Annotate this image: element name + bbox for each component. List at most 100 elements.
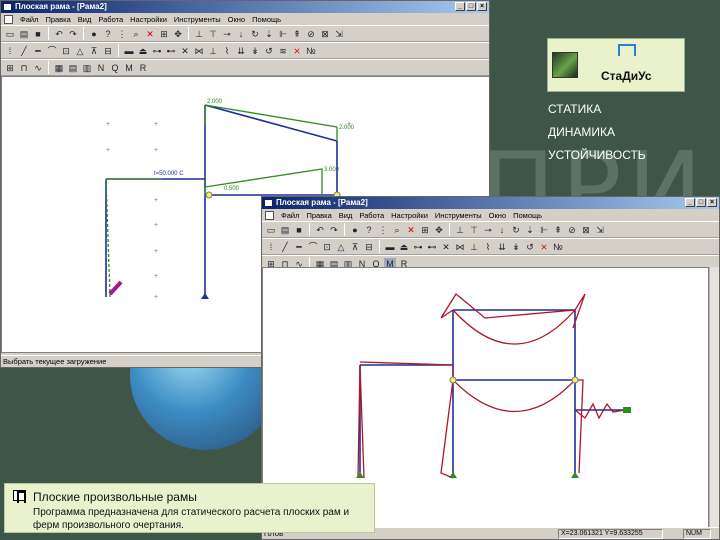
moment-icon[interactable]: ↻ [249, 28, 261, 40]
joint-icon[interactable]: ⊶ [412, 241, 424, 253]
minimize-button[interactable]: _ [685, 198, 695, 207]
moment-icon[interactable]: ↻ [510, 224, 522, 236]
spring-icon[interactable]: ⌇ [221, 45, 233, 57]
section-icon[interactable]: ⊟ [363, 241, 375, 253]
m-moment-icon[interactable]: M [123, 62, 135, 74]
settlement-icon[interactable]: ⇞ [552, 224, 564, 236]
fit-icon[interactable]: ⊞ [158, 28, 170, 40]
result-icon[interactable]: ⊘ [566, 224, 578, 236]
mirror-icon[interactable]: ⊥ [207, 45, 219, 57]
beam-icon[interactable]: ⏏ [398, 241, 410, 253]
load-distributed-icon[interactable]: ⇊ [496, 241, 508, 253]
undo-icon[interactable]: ↶ [53, 28, 65, 40]
n-force-icon[interactable]: N [95, 62, 107, 74]
menu-settings[interactable]: Настройки [391, 211, 428, 220]
result-icon[interactable]: ⊘ [305, 28, 317, 40]
results-icon[interactable]: ⊠ [580, 224, 592, 236]
menu-file[interactable]: Файл [20, 15, 38, 24]
open-icon[interactable]: ▤ [18, 28, 30, 40]
menu-window[interactable]: Окно [228, 15, 245, 24]
reactions-icon[interactable]: R [137, 62, 149, 74]
maximize-button[interactable]: □ [696, 198, 706, 207]
move-icon[interactable]: ⇲ [333, 28, 345, 40]
menu-work[interactable]: Работа [359, 211, 384, 220]
load-moment-icon[interactable]: ↺ [524, 241, 536, 253]
material-icon[interactable]: ▬ [123, 45, 135, 57]
hinge-icon[interactable]: ⊸ [482, 224, 494, 236]
view-deform-icon[interactable]: ∿ [32, 62, 44, 74]
support-icon[interactable]: ⊥ [454, 224, 466, 236]
support-fixed-icon[interactable]: ⊤ [207, 28, 219, 40]
arc-icon[interactable]: ⌒ [46, 45, 58, 57]
settlement-icon[interactable]: ⇞ [291, 28, 303, 40]
menu-settings[interactable]: Настройки [130, 15, 167, 24]
points-icon[interactable]: ⁞ [4, 45, 16, 57]
report-icon[interactable]: ▥ [81, 62, 93, 74]
material-icon[interactable]: ▬ [384, 241, 396, 253]
number-icon[interactable]: № [552, 241, 564, 253]
zoom-icon[interactable]: ⌕ [130, 28, 142, 40]
open-icon[interactable]: ▤ [279, 224, 291, 236]
delete-icon[interactable]: ✕ [405, 224, 417, 236]
node-icon[interactable]: ⊡ [60, 45, 72, 57]
menu-view[interactable]: Вид [78, 15, 92, 24]
zoom-icon[interactable]: ⌕ [391, 224, 403, 236]
print-icon[interactable]: ● [88, 28, 100, 40]
menu-tools[interactable]: Инструменты [174, 15, 221, 24]
break-icon[interactable]: ⋈ [193, 45, 205, 57]
close-button[interactable]: × [477, 2, 487, 11]
menu-file[interactable]: Файл [281, 211, 299, 220]
truss-icon[interactable]: △ [335, 241, 347, 253]
window-titlebar[interactable]: Плоская рама - [Рама2] _ □ × [1, 1, 489, 13]
load-moment-icon[interactable]: ↺ [263, 45, 275, 57]
hinge-icon[interactable]: ⊸ [221, 28, 233, 40]
load-temp-icon[interactable]: ≋ [277, 45, 289, 57]
pan-icon[interactable]: ✥ [172, 28, 184, 40]
pan-icon[interactable]: ✥ [433, 224, 445, 236]
redo-icon[interactable]: ↷ [328, 224, 340, 236]
load-icon[interactable]: ↓ [235, 28, 247, 40]
force-icon[interactable]: ⇣ [263, 28, 275, 40]
frame-icon[interactable]: ⊼ [349, 241, 361, 253]
table-icon[interactable]: ▤ [67, 62, 79, 74]
load-delete-icon[interactable]: ⨯ [291, 45, 303, 57]
close-button[interactable]: × [707, 198, 717, 207]
load-distributed-icon[interactable]: ⇊ [235, 45, 247, 57]
menu-window[interactable]: Окно [489, 211, 506, 220]
bar-icon[interactable]: ╱ [279, 241, 291, 253]
move-icon[interactable]: ⇲ [594, 224, 606, 236]
save-icon[interactable]: ■ [293, 224, 305, 236]
spring-icon[interactable]: ⌇ [482, 241, 494, 253]
fit-icon[interactable]: ⊞ [419, 224, 431, 236]
support-fixed-icon[interactable]: ⊤ [468, 224, 480, 236]
view-frame-icon[interactable]: ⊓ [18, 62, 30, 74]
help-icon[interactable]: ? [363, 224, 375, 236]
cross-icon[interactable]: ✕ [179, 45, 191, 57]
load-point-icon[interactable]: ↡ [510, 241, 522, 253]
temperature-icon[interactable]: ⊩ [277, 28, 289, 40]
release-icon[interactable]: ⊷ [165, 45, 177, 57]
vertical-scrollbar[interactable] [709, 267, 719, 529]
menu-help[interactable]: Помощь [252, 15, 281, 24]
new-icon[interactable]: ▭ [4, 28, 16, 40]
window-titlebar[interactable]: Плоская рама - [Рама2] _ □ × [262, 197, 719, 209]
support-icon[interactable]: ⊥ [193, 28, 205, 40]
load-point-icon[interactable]: ↡ [249, 45, 261, 57]
frame-icon[interactable]: ⊼ [88, 45, 100, 57]
redo-icon[interactable]: ↷ [67, 28, 79, 40]
joint-icon[interactable]: ⊶ [151, 45, 163, 57]
load-icon[interactable]: ↓ [496, 224, 508, 236]
beam-icon[interactable]: ⏏ [137, 45, 149, 57]
truss-icon[interactable]: △ [74, 45, 86, 57]
help-icon[interactable]: ? [102, 28, 114, 40]
cross-icon[interactable]: ✕ [440, 241, 452, 253]
menu-edit[interactable]: Правка [45, 15, 70, 24]
section-icon[interactable]: ⊟ [102, 45, 114, 57]
q-force-icon[interactable]: Q [109, 62, 121, 74]
grid-icon[interactable]: ⋮ [116, 28, 128, 40]
print-icon[interactable]: ● [349, 224, 361, 236]
save-icon[interactable]: ■ [32, 28, 44, 40]
view-grid-icon[interactable]: ⊞ [4, 62, 16, 74]
menu-work[interactable]: Работа [98, 15, 123, 24]
menu-tools[interactable]: Инструменты [435, 211, 482, 220]
